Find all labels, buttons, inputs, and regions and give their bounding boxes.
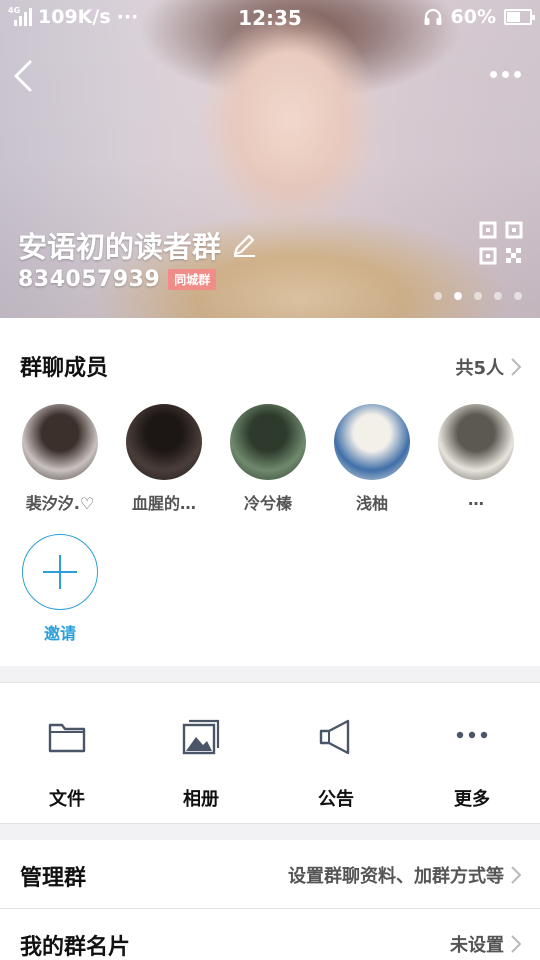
page-dot <box>454 292 462 300</box>
member-name: 冷兮榛 <box>243 494 292 513</box>
member-name: 裴汐汐.♡ <box>25 494 95 513</box>
announcement-label: 公告 <box>318 789 354 810</box>
battery-percent: 60% <box>450 6 496 28</box>
announcement-button[interactable]: 公告 <box>276 717 396 811</box>
group-name-row[interactable]: 安语初的读者群 <box>18 224 257 266</box>
avatar <box>438 404 514 480</box>
city-group-badge: 同城群 <box>168 269 217 290</box>
manage-group-row[interactable]: 管理群 设置群聊资料、加群方式等 <box>0 840 540 908</box>
my-group-card-title: 我的群名片 <box>20 935 131 960</box>
member-item[interactable]: 冷兮榛 <box>218 404 318 514</box>
my-group-card-hint: 未设置 <box>450 935 504 956</box>
member-count: 共5人 <box>455 358 504 379</box>
page-dot <box>434 292 442 300</box>
avatar <box>126 404 202 480</box>
chevron-right-icon <box>511 935 522 953</box>
my-group-card-row[interactable]: 我的群名片 未设置 <box>0 909 540 960</box>
chevron-left-icon <box>14 60 32 92</box>
group-number: 834057939 <box>18 267 161 292</box>
edit-pencil-icon[interactable] <box>231 232 257 258</box>
files-button[interactable]: 文件 <box>7 717 127 811</box>
member-item[interactable]: 血腥的… <box>114 404 214 514</box>
status-bar: 4G 109K/s ··· 12:35 60% <box>0 0 540 36</box>
folder-icon <box>48 723 86 753</box>
avatar <box>22 404 98 480</box>
avatar <box>334 404 410 480</box>
member-name: 浅柚 <box>355 494 388 513</box>
headphones-icon <box>424 8 442 25</box>
member-name: … <box>468 490 484 509</box>
manage-group-hint: 设置群聊资料、加群方式等 <box>288 866 504 887</box>
status-right: 60% <box>423 6 535 28</box>
member-item[interactable]: … <box>426 404 526 509</box>
invite-button[interactable]: 邀请 <box>10 534 110 644</box>
more-options-button[interactable] <box>490 66 526 82</box>
manage-group-title: 管理群 <box>20 866 87 891</box>
dot-icon <box>514 70 521 78</box>
back-button[interactable] <box>10 56 40 96</box>
member-item[interactable]: 浅柚 <box>322 404 422 514</box>
manage-group-hint-wrap: 设置群聊资料、加群方式等 <box>288 862 522 888</box>
member-name: 血腥的… <box>131 494 196 513</box>
files-label: 文件 <box>49 789 85 810</box>
group-header-banner: 4G 109K/s ··· 12:35 60% 安语初的读者群 83405793… <box>0 0 540 318</box>
invite-label: 邀请 <box>43 624 76 643</box>
page-dot <box>514 292 522 300</box>
members-card: 群聊成员 共5人 裴汐汐.♡ 血腥的… 冷兮榛 浅柚 … 邀请 <box>0 318 540 666</box>
megaphone-icon <box>319 719 350 755</box>
dot-icon <box>502 70 509 78</box>
album-label: 相册 <box>183 789 219 810</box>
more-functions-label: 更多 <box>454 789 490 810</box>
page-dot <box>474 292 482 300</box>
my-group-card-hint-wrap: 未设置 <box>450 931 522 957</box>
group-name: 安语初的读者群 <box>18 230 222 264</box>
member-count-link[interactable]: 共5人 <box>455 354 522 380</box>
dot-icon <box>490 70 497 78</box>
function-grid: 文件 相册 公告 更多 <box>0 682 540 824</box>
album-button[interactable]: 相册 <box>141 717 261 811</box>
album-icon <box>182 719 220 755</box>
battery-icon <box>504 9 535 25</box>
chevron-right-icon <box>511 358 522 376</box>
banner-page-indicator <box>434 292 522 300</box>
qr-code-icon[interactable] <box>478 220 524 266</box>
members-title: 群聊成员 <box>20 356 109 381</box>
page-dot <box>494 292 502 300</box>
avatar <box>230 404 306 480</box>
group-id-row: 834057939 同城群 <box>18 267 217 292</box>
member-item[interactable]: 裴汐汐.♡ <box>10 404 110 514</box>
plus-icon <box>22 534 98 610</box>
more-functions-button[interactable]: 更多 <box>412 717 532 811</box>
chevron-right-icon <box>511 866 522 884</box>
more-dots-icon <box>456 731 488 739</box>
